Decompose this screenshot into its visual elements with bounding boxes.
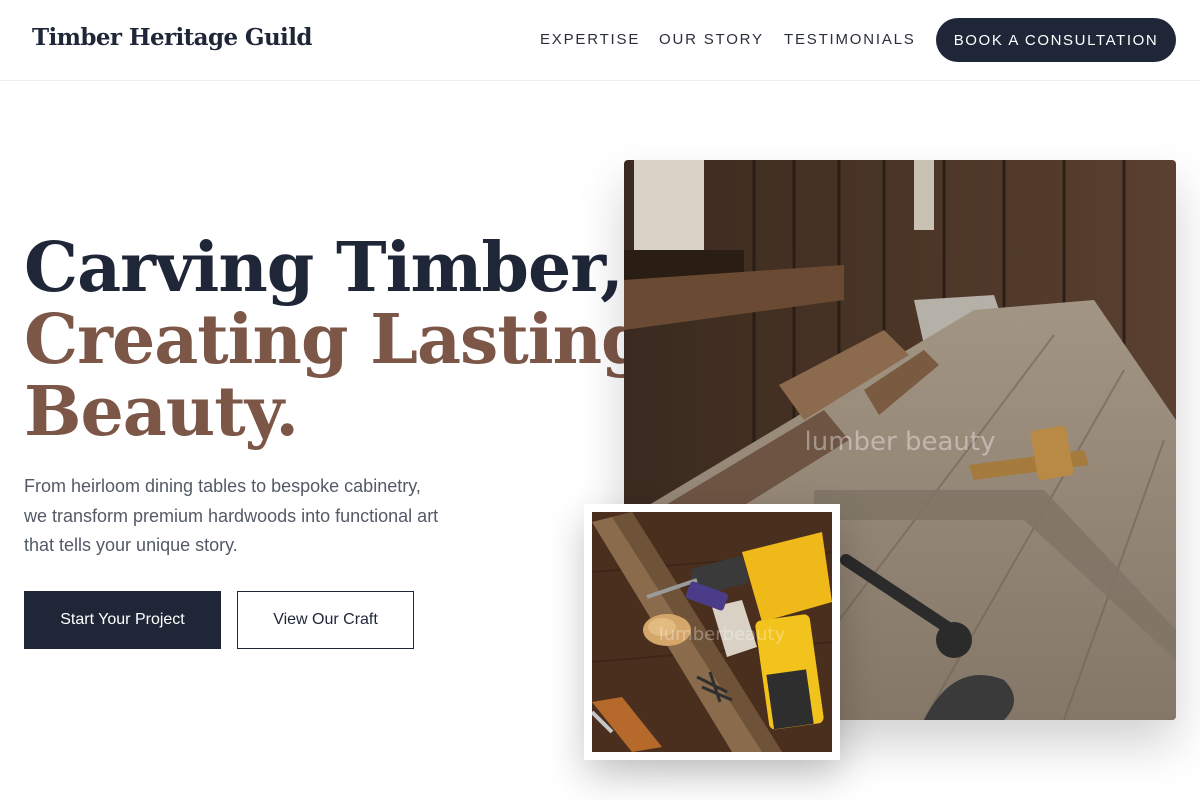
intro-line-3: that tells your unique story. xyxy=(24,535,238,555)
site-header: Timber Heritage Guild EXPERTISE OUR STOR… xyxy=(0,0,1200,81)
hero-intro-text: From heirloom dining tables to bespoke c… xyxy=(24,472,494,561)
hero-headline: Carving Timber, Creating Lasting Beauty. xyxy=(24,228,649,452)
nav-link-testimonials[interactable]: TESTIMONIALS xyxy=(784,31,916,48)
intro-line-1: From heirloom dining tables to bespoke c… xyxy=(24,476,421,496)
book-consultation-button[interactable]: BOOK A CONSULTATION xyxy=(936,18,1176,62)
start-project-button[interactable]: Start Your Project xyxy=(24,591,221,649)
nav-link-expertise[interactable]: EXPERTISE xyxy=(540,31,640,48)
intro-line-2: we transform premium hardwoods into func… xyxy=(24,505,439,526)
tools-photo: lumberbeauty xyxy=(592,512,832,752)
tools-photo-illustration: lumberbeauty xyxy=(592,512,832,752)
view-craft-button[interactable]: View Our Craft xyxy=(237,591,414,649)
main-photo-watermark: lumber beauty xyxy=(805,427,996,457)
brand-logo[interactable]: Timber Heritage Guild xyxy=(32,24,312,51)
headline-line-1: Carving Timber, xyxy=(24,228,624,308)
nav-link-our-story[interactable]: OUR STORY xyxy=(659,31,764,48)
headline-line-3: Beauty. xyxy=(24,372,299,452)
headline-line-2: Creating Lasting xyxy=(24,300,649,380)
tools-photo-watermark: lumberbeauty xyxy=(659,624,786,645)
tools-photo-card: lumberbeauty xyxy=(584,504,840,760)
